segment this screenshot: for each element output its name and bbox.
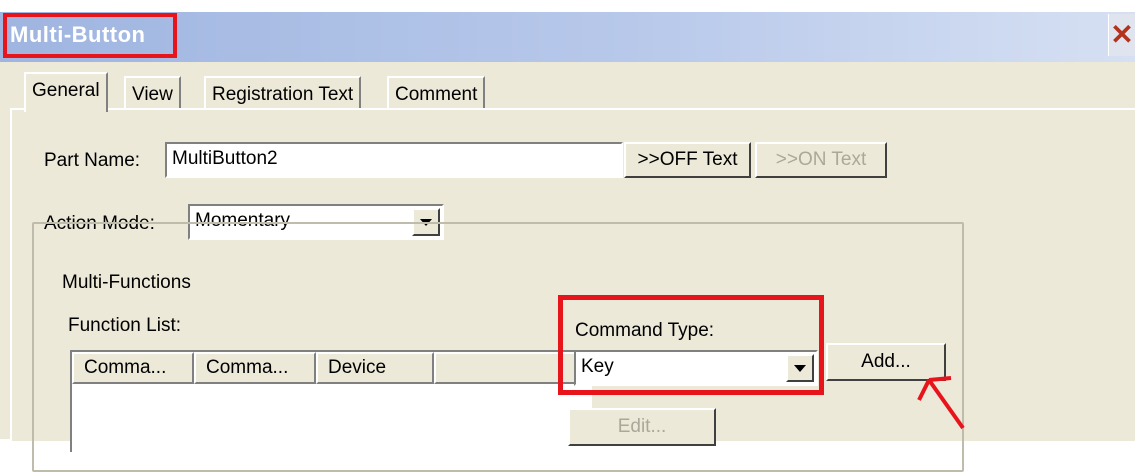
tab-comment[interactable]: Comment	[387, 76, 486, 110]
off-text-button[interactable]: >>OFF Text	[624, 142, 751, 178]
function-list-label: Function List:	[68, 315, 181, 336]
column-header-command-2[interactable]: Comma...	[194, 352, 316, 384]
tab-general[interactable]: General	[24, 72, 108, 112]
tab-view[interactable]: View	[124, 76, 181, 110]
tab-registration-text[interactable]: Registration Text	[204, 76, 362, 110]
command-type-annotation-box	[558, 295, 824, 395]
function-list[interactable]: Comma... Comma... Device	[70, 350, 592, 452]
column-header-device[interactable]: Device	[316, 352, 434, 384]
part-name-label: Part Name:	[44, 150, 141, 171]
close-button[interactable]: ✕	[1108, 14, 1135, 56]
column-header-command[interactable]: Comma...	[72, 352, 194, 384]
title-annotation-box	[3, 13, 177, 58]
multi-functions-title: Multi-Functions	[58, 272, 195, 294]
on-text-button[interactable]: >>ON Text	[755, 142, 887, 178]
annotation-arrow-icon	[917, 376, 965, 430]
edit-button[interactable]: Edit...	[568, 408, 716, 446]
part-name-input[interactable]: MultiButton2	[165, 142, 623, 178]
title-bar[interactable]: Multi-Button ✕	[0, 12, 1135, 62]
